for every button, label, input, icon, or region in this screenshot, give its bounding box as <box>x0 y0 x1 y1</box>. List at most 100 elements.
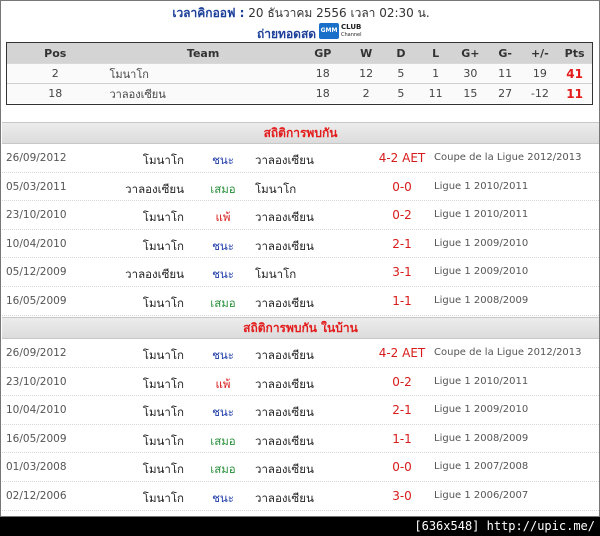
away-team[interactable]: วาลองเซียน <box>255 433 314 451</box>
match-result: เสมอ <box>210 295 236 310</box>
match-score: 2-1 <box>392 403 412 418</box>
competition-name: Ligue 1 2010/2011 <box>434 180 529 192</box>
competition-name: Ligue 1 2010/2011 <box>434 209 529 221</box>
pts-cell: 11 <box>566 86 583 101</box>
match-result: ชนะ <box>212 348 234 362</box>
l-cell: 11 <box>428 87 443 100</box>
away-team[interactable]: วาลองเซียน <box>255 404 314 422</box>
match-date: 23/10/2010 <box>6 209 67 222</box>
w-cell: 12 <box>359 67 374 80</box>
h2h-home-section-title: สถิติการพบกัน ในบ้าน <box>2 317 599 339</box>
match-result: เสมอ <box>210 433 236 448</box>
kickoff-label: เวลาคิกออฟ : <box>172 6 245 20</box>
away-team[interactable]: วาลองเซียน <box>255 347 314 365</box>
away-team[interactable]: วาลองเซียน <box>255 238 314 256</box>
team-cell[interactable]: โมนาโก <box>104 65 297 83</box>
home-team[interactable]: วาลองเซียน <box>125 266 184 284</box>
match-date: 23/10/2010 <box>6 375 67 388</box>
match-date: 05/12/2009 <box>6 266 67 279</box>
match-score: 0-0 <box>392 179 412 194</box>
home-team[interactable]: โมนาโก <box>143 209 184 227</box>
competition-name: Ligue 1 2009/2010 <box>434 266 529 278</box>
match-preview-panel: เวลาคิกออฟ : 20 ธันวาคม 2556 เวลา 02:30 … <box>0 0 600 517</box>
h2h-home-match-list: 26/09/2012 โมนาโก ชนะ วาลองเซียน 4-2 AET Coup… <box>2 339 599 511</box>
match-score: 3-1 <box>392 265 412 280</box>
match-date: 10/04/2010 <box>6 237 67 250</box>
d-cell: 5 <box>397 67 405 80</box>
away-team[interactable]: วาลองเซียน <box>255 152 314 170</box>
gd-cell: 19 <box>532 67 547 80</box>
away-team[interactable]: วาลองเซียน <box>255 295 314 313</box>
club-channel-text: CLUB Channel <box>341 23 362 38</box>
col-header-pos: Pos <box>44 46 67 60</box>
match-score: 0-0 <box>392 460 412 475</box>
competition-name: Coupe de la Ligue 2012/2013 <box>434 347 582 358</box>
match-row: 01/03/2008 โมนาโก เสมอ วาลองเซียน 0-0 Ligue 1… <box>2 453 599 482</box>
standings-row: 18 วาลองเซียน 18 2 5 11 15 27 -12 11 <box>7 83 592 103</box>
competition-name: Ligue 1 2008/2009 <box>434 432 529 444</box>
home-team[interactable]: โมนาโก <box>143 433 184 451</box>
match-date: 16/05/2009 <box>6 294 67 307</box>
gp-cell: 18 <box>315 87 330 100</box>
match-date: 01/03/2008 <box>6 461 67 474</box>
ga-cell: 27 <box>498 87 513 100</box>
d-cell: 5 <box>397 87 405 100</box>
standings-table: Pos Team GP W D L G+ G- +/- Pts 2 โมนาโก… <box>6 42 593 105</box>
gf-cell: 30 <box>463 67 478 80</box>
away-team[interactable]: วาลองเซียน <box>255 209 314 227</box>
col-header-goal-diff: +/- <box>530 46 549 60</box>
away-team[interactable]: วาลองเซียน <box>255 376 314 394</box>
competition-name: Coupe de la Ligue 2012/2013 <box>434 152 582 163</box>
pos-cell: 18 <box>48 87 63 100</box>
home-team[interactable]: โมนาโก <box>143 376 184 394</box>
home-team[interactable]: โมนาโก <box>143 490 184 508</box>
match-result: ชนะ <box>212 267 234 282</box>
home-team[interactable]: โมนาโก <box>143 295 184 313</box>
match-row: 10/04/2010 โมนาโก ชนะ วาลองเซียน 2-1 Ligue 1 … <box>2 396 599 425</box>
standings-row: 2 โมนาโก 18 12 5 1 30 11 19 41 <box>7 63 592 83</box>
col-header-d: D <box>396 46 406 60</box>
gmm-logo-icon: GMM <box>319 23 339 39</box>
away-team[interactable]: วาลองเซียน <box>255 461 314 479</box>
home-team[interactable]: วาลองเซียน <box>125 181 184 199</box>
away-team[interactable]: โมนาโก <box>255 266 296 284</box>
home-team[interactable]: โมนาโก <box>143 404 184 422</box>
home-team[interactable]: โมนาโก <box>143 152 184 170</box>
match-score: 1-1 <box>392 293 412 308</box>
match-score: 0-2 <box>392 208 412 223</box>
col-header-pts: Pts <box>564 46 585 60</box>
ga-cell: 11 <box>498 67 513 80</box>
competition-name: Ligue 1 2009/2010 <box>434 237 529 249</box>
match-date: 10/04/2010 <box>6 404 67 417</box>
match-date: 26/09/2012 <box>6 347 67 359</box>
match-score: 4-2 AET <box>378 151 426 165</box>
team-cell[interactable]: วาลองเซียน <box>104 85 297 103</box>
l-cell: 1 <box>432 67 440 80</box>
home-team[interactable]: โมนาโก <box>143 461 184 479</box>
match-result: เสมอ <box>210 462 236 477</box>
match-row: 23/10/2010 โมนาโก แพ้ วาลองเซียน 0-2 Ligue 1 … <box>2 201 599 230</box>
match-result: ชนะ <box>212 490 234 505</box>
col-header-team: Team <box>186 46 220 60</box>
match-row: 16/05/2009 โมนาโก เสมอ วาลองเซียน 1-1 Ligue 1… <box>2 425 599 454</box>
match-result: แพ้ <box>215 376 231 391</box>
match-row: 05/12/2009 วาลองเซียน ชนะ โมนาโก 3-1 Ligue 1 … <box>2 258 599 287</box>
col-header-gp: GP <box>314 46 332 60</box>
match-score: 4-2 AET <box>378 346 426 360</box>
pos-cell: 2 <box>51 67 59 80</box>
home-team[interactable]: โมนาโก <box>143 347 184 365</box>
h2h-section-title: สถิติการพบกัน <box>2 122 599 144</box>
col-header-l: L <box>432 46 440 60</box>
match-row: 26/09/2012 โมนาโก ชนะ วาลองเซียน 4-2 AET Coup… <box>2 339 599 368</box>
away-team[interactable]: วาลองเซียน <box>255 490 314 508</box>
away-team[interactable]: โมนาโก <box>255 181 296 199</box>
gd-cell: -12 <box>530 87 549 100</box>
home-team[interactable]: โมนาโก <box>143 238 184 256</box>
match-result: ชนะ <box>212 405 234 420</box>
gp-cell: 18 <box>315 67 330 80</box>
pts-cell: 41 <box>566 66 583 81</box>
match-result: เสมอ <box>210 181 236 196</box>
match-row: 02/12/2006 โมนาโก ชนะ วาลองเซียน 3-0 Ligue 1 … <box>2 482 599 511</box>
channel-logo: GMM CLUB Channel <box>319 22 366 40</box>
match-score: 1-1 <box>392 431 412 446</box>
